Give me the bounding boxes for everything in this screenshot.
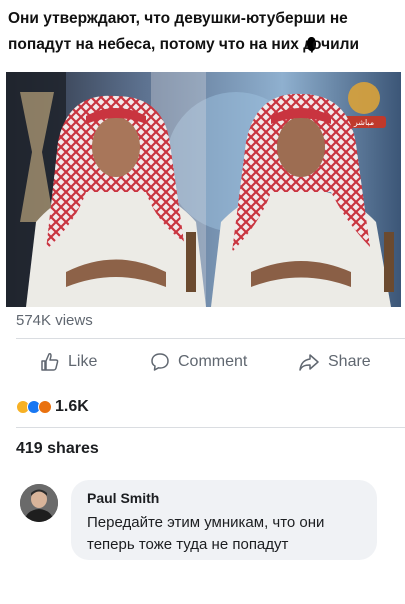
- like-button[interactable]: Like: [40, 352, 97, 372]
- angry-icon: [38, 400, 52, 414]
- view-count: 574K views: [16, 312, 93, 329]
- comment-line-1: Передайте этим умникам, что они: [87, 514, 325, 531]
- avatar[interactable]: [20, 484, 58, 522]
- divider: [16, 427, 405, 428]
- share-arrow-icon: [299, 354, 319, 371]
- comment-bubble: Paul Smith Передайте этим умникам, что о…: [71, 480, 377, 560]
- reactions-summary[interactable]: 1.6K: [16, 398, 89, 416]
- user-avatar-image: [20, 484, 58, 522]
- caption-line-2-end: очили: [312, 36, 360, 53]
- channel-live-label: مباشر: [353, 118, 374, 127]
- thumbs-up-icon: [41, 353, 59, 371]
- comment-label: Comment: [178, 353, 248, 370]
- like-label: Like: [68, 353, 98, 370]
- reaction-count: 1.6K: [55, 398, 89, 415]
- divider: [16, 338, 405, 339]
- share-count[interactable]: 419 shares: [16, 440, 99, 458]
- comment-author[interactable]: Paul Smith: [87, 490, 365, 506]
- video-frame-image: مباشر: [6, 72, 401, 307]
- share-button[interactable]: Share: [298, 352, 371, 372]
- video-thumbnail[interactable]: مباشر: [6, 72, 401, 307]
- speech-bubble-icon: [151, 353, 169, 371]
- comment-button[interactable]: Comment: [150, 352, 247, 372]
- comment-line-2: теперь тоже туда не попадут: [87, 536, 289, 553]
- post-action-bar: Like Comment Share: [0, 352, 405, 380]
- caption-line-2-start: попадут на небеса, потому что на них д: [8, 36, 314, 53]
- caption-line-2: попадут на небеса, потому что на них доч…: [8, 32, 400, 58]
- comment-text: Передайте этим умникам, что они теперь т…: [87, 512, 365, 556]
- share-label: Share: [328, 353, 371, 370]
- reaction-icons: [16, 400, 52, 414]
- channel-logo-icon: [348, 82, 380, 114]
- caption-line-1: Они утверждают, что девушки-ютуберши не: [8, 10, 348, 27]
- meme-caption: Они утверждают, что девушки-ютуберши не …: [8, 6, 400, 58]
